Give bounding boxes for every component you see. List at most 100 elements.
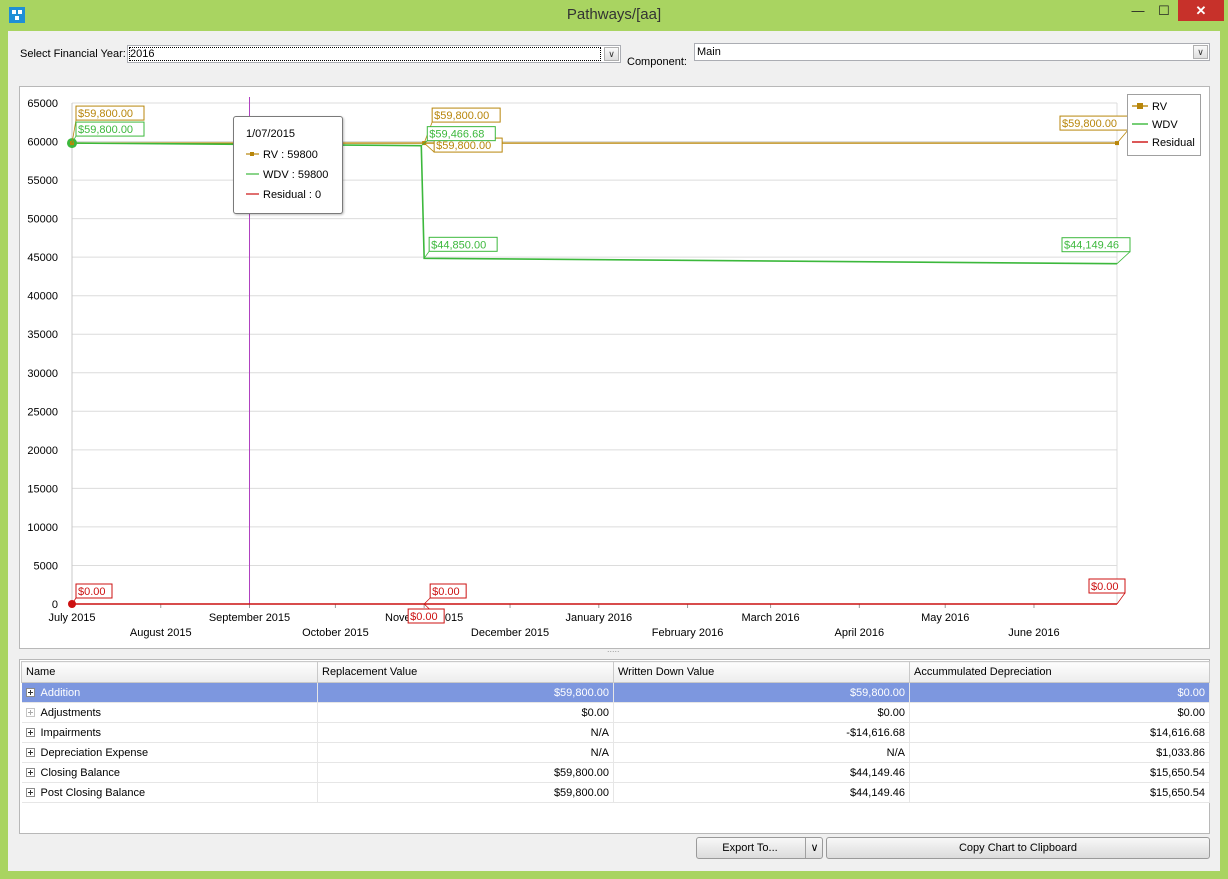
tooltip-row: WDV : 59800 xyxy=(263,169,328,181)
table-row[interactable]: Post Closing Balance $59,800.00 $44,149.… xyxy=(21,782,1210,803)
written-down-value-cell: N/A xyxy=(613,742,910,763)
expand-icon[interactable] xyxy=(25,747,35,757)
row-name-cell: Closing Balance xyxy=(21,762,318,783)
data-label-wdv: $59,800.00 xyxy=(78,124,133,136)
row-name-cell: Post Closing Balance xyxy=(21,782,318,803)
written-down-value-cell: $44,149.46 xyxy=(613,782,910,803)
tooltip-row: RV : 59800 xyxy=(263,149,318,161)
data-label-rv: $59,800.00 xyxy=(434,110,489,122)
data-label-leader xyxy=(423,142,435,153)
x-tick-label: September 2015 xyxy=(209,612,290,624)
row-name-cell: Addition xyxy=(21,682,318,703)
data-label-leader xyxy=(1116,251,1131,265)
component-select[interactable]: Main ∨ xyxy=(694,43,1210,61)
export-to-label: Export To... xyxy=(722,842,778,854)
component-value: Main xyxy=(697,46,721,58)
written-down-value-cell: $59,800.00 xyxy=(613,682,910,703)
replacement-value-cell: $59,800.00 xyxy=(317,762,614,783)
replacement-value-cell: $59,800.00 xyxy=(317,782,614,803)
table-header: Name Replacement Value Written Down Valu… xyxy=(21,661,1210,683)
title-bar[interactable]: Pathways/[aa] — ☐ ✕ xyxy=(0,0,1228,30)
data-label-wdv: $44,149.46 xyxy=(1064,240,1119,252)
x-tick-label: October 2015 xyxy=(302,627,369,639)
maximize-button[interactable]: ☐ xyxy=(1152,0,1176,21)
y-tick-label: 45000 xyxy=(27,252,58,264)
table-row[interactable]: Adjustments $0.00 $0.00 $0.00 xyxy=(21,702,1210,723)
accumulated-depreciation-cell: $15,650.54 xyxy=(909,782,1210,803)
row-name-cell: Adjustments xyxy=(21,702,318,723)
y-tick-label: 0 xyxy=(52,599,58,611)
data-label-rv: $59,800.00 xyxy=(436,140,491,152)
data-label-residual: $0.00 xyxy=(410,611,438,623)
minimize-button[interactable]: — xyxy=(1126,0,1150,21)
replacement-value-cell: $0.00 xyxy=(317,702,614,723)
y-tick-label: 15000 xyxy=(27,483,58,495)
data-label-leader xyxy=(423,597,431,605)
y-tick-label: 30000 xyxy=(27,368,58,380)
chevron-down-icon[interactable]: ∨ xyxy=(1193,45,1208,59)
data-label-wdv: $59,466.68 xyxy=(429,129,484,141)
data-label-leader xyxy=(1116,592,1126,605)
table-row[interactable]: Closing Balance $59,800.00 $44,149.46 $1… xyxy=(21,762,1210,783)
export-dropdown-icon[interactable]: ∨ xyxy=(805,838,823,858)
legend-marker-rv xyxy=(1137,103,1143,109)
y-tick-label: 50000 xyxy=(27,214,58,226)
series-line-wdv xyxy=(71,142,1118,265)
line-chart[interactable]: 0 5000 10000 15000 20000 25000 30000 35000 40000… xyxy=(20,87,1209,648)
summary-table: Name Replacement Value Written Down Valu… xyxy=(21,661,1210,803)
column-header-accumulated-depreciation[interactable]: Accummulated Depreciation xyxy=(909,661,1210,683)
expand-icon[interactable] xyxy=(25,687,35,697)
chevron-down-icon[interactable]: ∨ xyxy=(604,47,619,61)
table-row[interactable]: Depreciation Expense N/A N/A $1,033.86 xyxy=(21,742,1210,763)
x-tick-label: February 2016 xyxy=(652,627,724,639)
row-name-cell: Depreciation Expense xyxy=(21,742,318,763)
legend-label: WDV xyxy=(1152,119,1178,131)
x-tick-label: January 2016 xyxy=(565,612,632,624)
export-to-button[interactable]: Export To... ∨ xyxy=(696,837,823,859)
x-tick-label: June 2016 xyxy=(1008,627,1059,639)
row-name: Adjustments xyxy=(40,706,102,719)
table-row[interactable]: Addition $59,800.00 $59,800.00 $0.00 xyxy=(21,682,1210,703)
application-window: Pathways/[aa] — ☐ ✕ Select Financial Yea… xyxy=(0,0,1228,879)
written-down-value-cell: $0.00 xyxy=(613,702,910,723)
expand-icon[interactable] xyxy=(25,787,35,797)
copy-chart-button[interactable]: Copy Chart to Clipboard xyxy=(826,837,1210,859)
tooltip-content: 1/07/2015 RV : 59800 WDV : 59800 Residual :… xyxy=(246,128,328,201)
y-tick-label: 35000 xyxy=(27,329,58,341)
x-tick-label: July 2015 xyxy=(48,612,95,624)
data-label-rv: $59,800.00 xyxy=(1062,118,1117,130)
chart-panel[interactable]: 0 5000 10000 15000 20000 25000 30000 35000 40000… xyxy=(19,86,1210,649)
table-row[interactable]: Impairments N/A -$14,616.68 $14,616.68 xyxy=(21,722,1210,743)
data-label-residual: $0.00 xyxy=(432,586,460,598)
accumulated-depreciation-cell: $15,650.54 xyxy=(909,762,1210,783)
x-tick-label: March 2016 xyxy=(742,612,800,624)
column-header-written-down-value[interactable]: Written Down Value xyxy=(613,661,910,683)
replacement-value-cell: N/A xyxy=(317,742,614,763)
tooltip-marker-rv xyxy=(250,152,254,156)
close-button[interactable]: ✕ xyxy=(1178,0,1224,21)
column-header-name[interactable]: Name xyxy=(21,661,318,683)
expand-icon[interactable] xyxy=(25,727,35,737)
accumulated-depreciation-cell: $0.00 xyxy=(909,682,1210,703)
data-label-rv: $59,800.00 xyxy=(78,108,133,120)
y-tick-label: 20000 xyxy=(27,445,58,457)
legend-label: RV xyxy=(1152,101,1168,113)
x-tick-label: April 2016 xyxy=(835,627,885,639)
expand-icon[interactable] xyxy=(25,707,35,717)
row-name: Addition xyxy=(40,686,81,699)
splitter-handle[interactable] xyxy=(19,644,1210,657)
written-down-value-cell: -$14,616.68 xyxy=(613,722,910,743)
expand-icon[interactable] xyxy=(25,767,35,777)
data-label-residual: $0.00 xyxy=(78,586,106,598)
client-area: Select Financial Year: 2016 ∨ Component:… xyxy=(8,31,1220,871)
column-header-replacement-value[interactable]: Replacement Value xyxy=(317,661,614,683)
financial-year-select[interactable]: 2016 ∨ xyxy=(127,45,621,63)
financial-year-value: 2016 xyxy=(129,47,601,61)
chart-legend: RV WDV Residual xyxy=(1127,94,1201,156)
tooltip-row: Residual : 0 xyxy=(263,189,321,201)
legend-entries: RV WDV Residual xyxy=(1132,101,1195,149)
y-tick-label: 10000 xyxy=(27,522,58,534)
chart-tooltip: 1/07/2015 RV : 59800 WDV : 59800 Residual :… xyxy=(233,116,343,214)
accumulated-depreciation-cell: $14,616.68 xyxy=(909,722,1210,743)
replacement-value-cell: N/A xyxy=(317,722,614,743)
